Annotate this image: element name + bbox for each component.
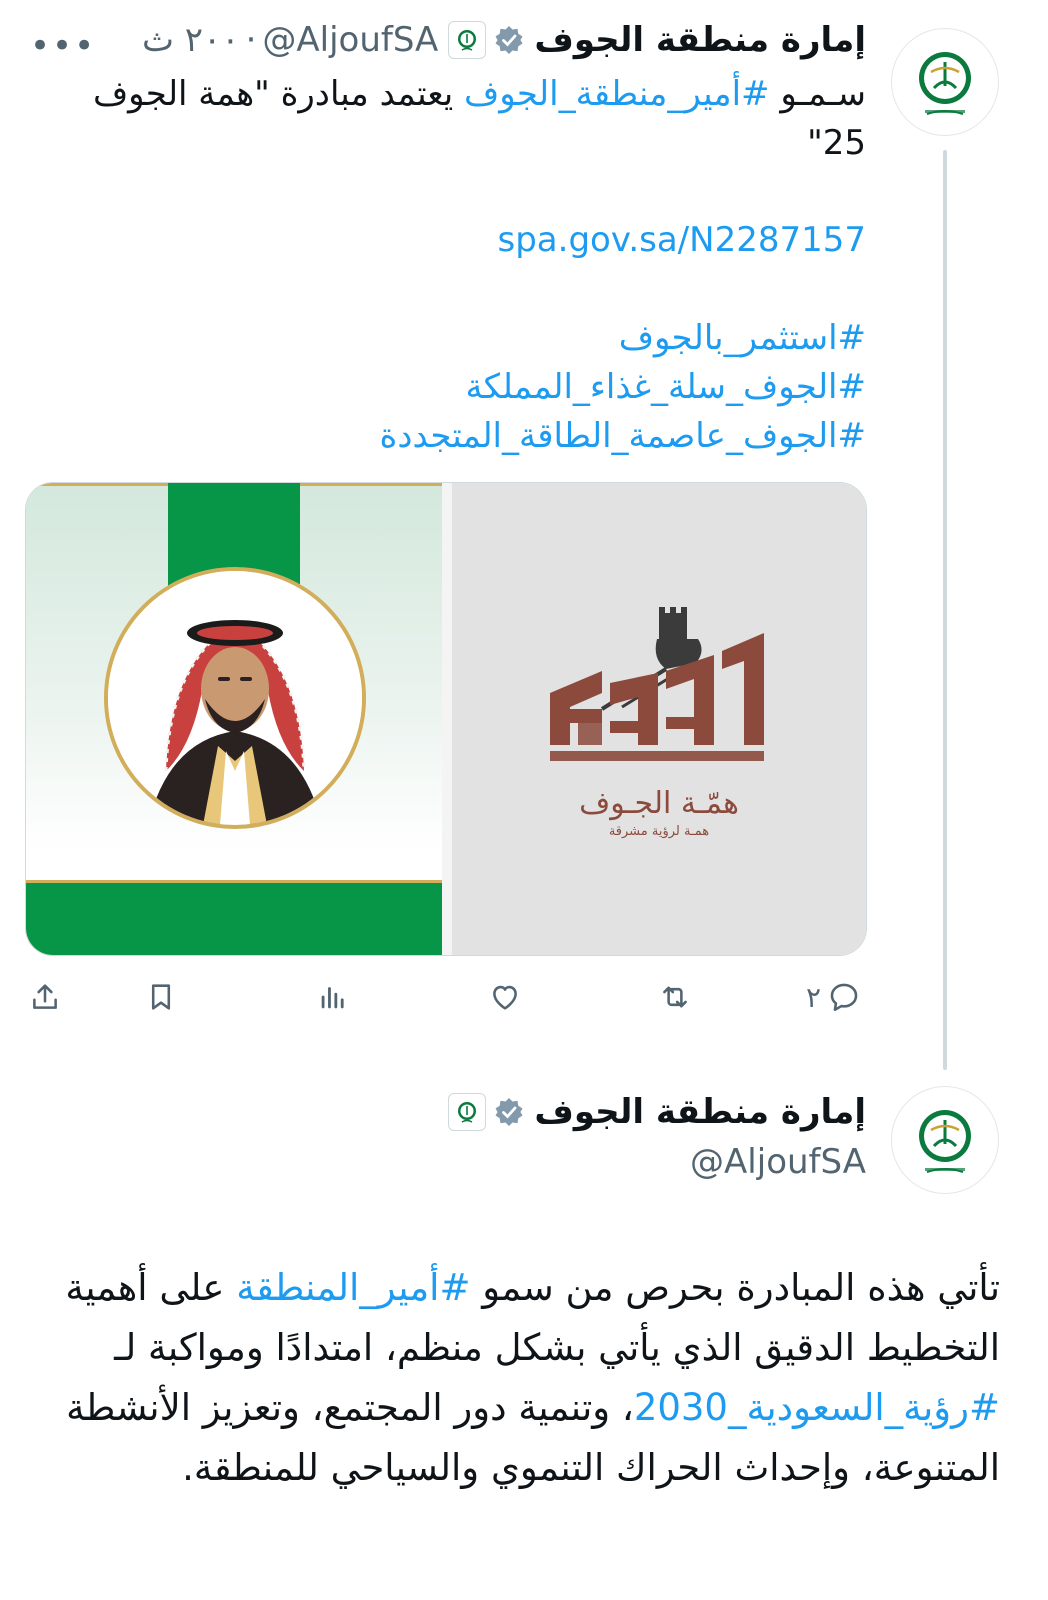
hashtag-link[interactable]: #الجوف_سلة_غذاء_المملكة: [466, 363, 866, 412]
reply-count: ٢: [806, 980, 822, 1014]
views-button[interactable]: [316, 980, 350, 1014]
green-footer-band: [26, 883, 442, 955]
hashtag-link[interactable]: #الجوف_عاصمة_الطاقة_المتجددة: [380, 412, 866, 461]
hashtag-link[interactable]: #أمير_منطقة_الجوف: [464, 74, 770, 114]
share-button[interactable]: [28, 980, 62, 1014]
like-button[interactable]: [488, 980, 522, 1014]
tweet-text: سـمـو #أمير_منطقة_الجوف يعتمد مبادرة "هم…: [46, 70, 866, 168]
media-logo-panel[interactable]: همّـة الجـوف همـة لرؤية مشرقة: [452, 483, 866, 955]
analytics-icon: [321, 987, 344, 1009]
affiliate-emblem-icon[interactable]: [448, 21, 487, 59]
media-portrait-panel[interactable]: [26, 483, 442, 955]
author-name[interactable]: إمارة منطقة الجوف: [534, 1092, 866, 1132]
timestamp[interactable]: ٢٠٠ ث: [142, 20, 240, 60]
header-separator: ·: [245, 20, 257, 60]
body-text-part: تأتي هذه المبادرة بحرص من سمو: [470, 1266, 1000, 1309]
retweet-icon: [663, 986, 687, 1008]
portrait-image: [104, 567, 366, 829]
author-handle[interactable]: @AljoufSA: [262, 20, 438, 60]
author-avatar[interactable]: [891, 1086, 999, 1194]
author-avatar[interactable]: [891, 28, 999, 136]
bookmark-icon: [151, 984, 171, 1010]
affiliate-emblem-icon[interactable]: [448, 1093, 487, 1131]
reply-button[interactable]: ٢: [806, 980, 861, 1014]
media-divider: [442, 483, 452, 955]
hashtag-link[interactable]: #رؤية_السعودية_2030: [634, 1386, 1000, 1429]
heart-icon: [493, 985, 517, 1010]
verified-badge-icon: [494, 1097, 524, 1127]
tweet-actions-bar: ٢: [0, 970, 1048, 1030]
author-handle[interactable]: @AljoufSA: [690, 1138, 866, 1187]
tweet-body-text: تأتي هذه المبادرة بحرص من سمو #أمير_المن…: [40, 1258, 1000, 1498]
tweet-media[interactable]: همّـة الجـوف همـة لرؤية مشرقة: [25, 482, 867, 956]
emblem-icon: [919, 52, 971, 115]
reply-icon: [830, 983, 858, 1012]
tweet-header: إمارة منطقة الجوف @AljoufSA · ٢٠٠ ث: [142, 20, 866, 60]
logo-subtitle: همـة لرؤية مشرقة: [609, 824, 709, 839]
verified-badge-icon: [494, 25, 524, 55]
retweet-button[interactable]: [658, 980, 692, 1014]
tweet-header: إمارة منطقة الجوف: [448, 1092, 866, 1132]
hashtag-link[interactable]: #أمير_المنطقة: [236, 1266, 470, 1309]
author-name[interactable]: إمارة منطقة الجوف: [534, 20, 866, 60]
share-icon: [33, 984, 57, 1009]
himmat-aljouf-logo: همّـة الجـوف همـة لرؤية مشرقة: [550, 607, 764, 839]
bookmark-button[interactable]: [144, 980, 178, 1014]
hashtag-link[interactable]: #استثمر_بالجوف: [619, 314, 866, 363]
thread-connector-line: [943, 150, 947, 1070]
more-options-icon[interactable]: •••: [30, 26, 96, 66]
external-link[interactable]: spa.gov.sa/N2287157: [498, 216, 866, 265]
logo-title: همّـة الجـوف: [579, 786, 739, 821]
tweet-text-prefix: سـمـو: [769, 74, 866, 114]
emblem-icon: [919, 1110, 971, 1173]
